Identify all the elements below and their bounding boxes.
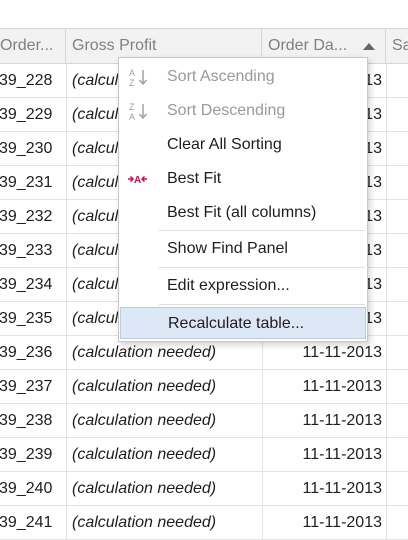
menu-separator — [159, 267, 365, 268]
cell-order-id-text: 39_233 — [0, 242, 53, 259]
column-header-sa[interactable]: Sa — [386, 29, 408, 63]
cell-order-id[interactable]: 39_229 — [0, 98, 66, 131]
svg-text:Z: Z — [129, 102, 135, 112]
cell-order-id[interactable]: 39_240 — [0, 472, 66, 505]
cell-gross-profit[interactable]: (calculation needed) — [66, 404, 262, 437]
svg-text:A: A — [129, 68, 135, 78]
cell-order-id-text: 39_229 — [0, 106, 53, 123]
table-row[interactable]: 39_239 (calculation needed) 11-11-2013 — [0, 438, 408, 472]
menu-item-best-fit-all-columns[interactable]: Best Fit (all columns) — [120, 197, 366, 229]
column-context-menu: A Z Sort Ascending Z A Sort Descending C… — [118, 57, 368, 342]
menu-item-clear-all-sorting[interactable]: Clear All Sorting — [120, 129, 366, 161]
menu-item-sort-ascending-label: Sort Ascending — [167, 68, 275, 85]
cell-order-date[interactable]: 11-11-2013 — [262, 438, 386, 471]
table-row[interactable]: 39_240 (calculation needed) 11-11-2013 — [0, 472, 408, 506]
cell-order-id[interactable]: 39_241 — [0, 506, 66, 539]
cell-order-id[interactable]: 39_231 — [0, 166, 66, 199]
menu-item-show-find-panel[interactable]: Show Find Panel — [120, 233, 366, 265]
menu-item-sort-descending[interactable]: Z A Sort Descending — [120, 95, 366, 127]
column-header-order[interactable]: Order... — [0, 29, 66, 63]
svg-text:A: A — [129, 112, 135, 121]
cell-sa[interactable] — [386, 268, 408, 301]
cell-sa[interactable] — [386, 98, 408, 131]
cell-sa[interactable] — [386, 438, 408, 471]
menu-item-best-fit-all-columns-label: Best Fit (all columns) — [167, 204, 317, 221]
cell-order-id[interactable]: 39_238 — [0, 404, 66, 437]
cell-order-date[interactable]: 11-11-2013 — [262, 370, 386, 403]
column-header-gross-profit-label: Gross Profit — [72, 37, 157, 54]
column-header-sa-label: Sa — [392, 37, 408, 54]
cell-order-id-text: 39_241 — [0, 514, 53, 531]
menu-item-best-fit[interactable]: A Best Fit — [120, 163, 366, 195]
cell-sa[interactable] — [386, 506, 408, 539]
cell-sa[interactable] — [386, 132, 408, 165]
cell-order-date[interactable]: 11-11-2013 — [262, 506, 386, 539]
cell-order-id-text: 39_228 — [0, 72, 53, 89]
best-fit-icon: A — [128, 175, 147, 186]
cell-sa[interactable] — [386, 302, 408, 335]
cell-order-id-text: 39_230 — [0, 140, 53, 157]
cell-gross-profit[interactable]: (calculation needed) — [66, 472, 262, 505]
cell-order-id-text: 39_238 — [0, 412, 53, 429]
sort-ascending-indicator-icon — [363, 43, 375, 50]
cell-order-id-text: 39_231 — [0, 174, 53, 191]
cell-sa[interactable] — [386, 336, 408, 369]
menu-separator — [159, 304, 365, 305]
menu-item-edit-expression-label: Edit expression... — [167, 277, 290, 294]
cell-sa[interactable] — [386, 472, 408, 505]
cell-order-id[interactable]: 39_234 — [0, 268, 66, 301]
menu-item-recalculate-table[interactable]: Recalculate table... — [120, 307, 366, 339]
table-row[interactable]: 39_238 (calculation needed) 11-11-2013 — [0, 404, 408, 438]
cell-order-id[interactable]: 39_230 — [0, 132, 66, 165]
cell-gross-profit[interactable]: (calculation needed) — [66, 506, 262, 539]
column-header-order-date-label: Order Da... — [268, 37, 348, 54]
menu-item-best-fit-label: Best Fit — [167, 170, 222, 187]
sort-ascending-icon: A Z — [129, 68, 148, 87]
menu-item-show-find-panel-label: Show Find Panel — [167, 240, 288, 257]
cell-order-id[interactable]: 39_232 — [0, 200, 66, 233]
menu-item-recalculate-table-label: Recalculate table... — [168, 315, 305, 332]
menu-item-clear-all-sorting-label: Clear All Sorting — [167, 136, 282, 153]
cell-sa[interactable] — [386, 200, 408, 233]
table-row[interactable]: 39_237 (calculation needed) 11-11-2013 — [0, 370, 408, 404]
cell-order-id-text: 39_237 — [0, 378, 53, 395]
cell-order-id-text: 39_236 — [0, 344, 53, 361]
cell-sa[interactable] — [386, 166, 408, 199]
svg-text:Z: Z — [129, 78, 135, 87]
cell-order-id[interactable]: 39_228 — [0, 64, 66, 97]
cell-order-id[interactable]: 39_233 — [0, 234, 66, 267]
svg-text:A: A — [134, 175, 141, 186]
cell-order-id-text: 39_240 — [0, 480, 53, 497]
cell-order-date[interactable]: 11-11-2013 — [262, 472, 386, 505]
cell-order-id-text: 39_235 — [0, 310, 53, 327]
sort-descending-icon: Z A — [129, 102, 148, 121]
cell-sa[interactable] — [386, 64, 408, 97]
cell-order-date[interactable]: 11-11-2013 — [262, 404, 386, 437]
menu-item-edit-expression[interactable]: Edit expression... — [120, 270, 366, 302]
cell-order-id-text: 39_232 — [0, 208, 53, 225]
cell-order-id[interactable]: 39_236 — [0, 336, 66, 369]
cell-sa[interactable] — [386, 404, 408, 437]
column-header-order-label: Order... — [0, 37, 54, 54]
cell-order-id-text: 39_234 — [0, 276, 53, 293]
cell-sa[interactable] — [386, 370, 408, 403]
cell-sa[interactable] — [386, 234, 408, 267]
cell-order-id[interactable]: 39_235 — [0, 302, 66, 335]
table-row[interactable]: 39_241 (calculation needed) 11-11-2013 — [0, 506, 408, 540]
menu-item-sort-descending-label: Sort Descending — [167, 102, 286, 119]
cell-order-id[interactable]: 39_237 — [0, 370, 66, 403]
menu-item-sort-ascending[interactable]: A Z Sort Ascending — [120, 61, 366, 93]
cell-order-id-text: 39_239 — [0, 446, 53, 463]
cell-order-id[interactable]: 39_239 — [0, 438, 66, 471]
menu-separator — [159, 230, 365, 231]
cell-gross-profit[interactable]: (calculation needed) — [66, 438, 262, 471]
cell-gross-profit[interactable]: (calculation needed) — [66, 370, 262, 403]
